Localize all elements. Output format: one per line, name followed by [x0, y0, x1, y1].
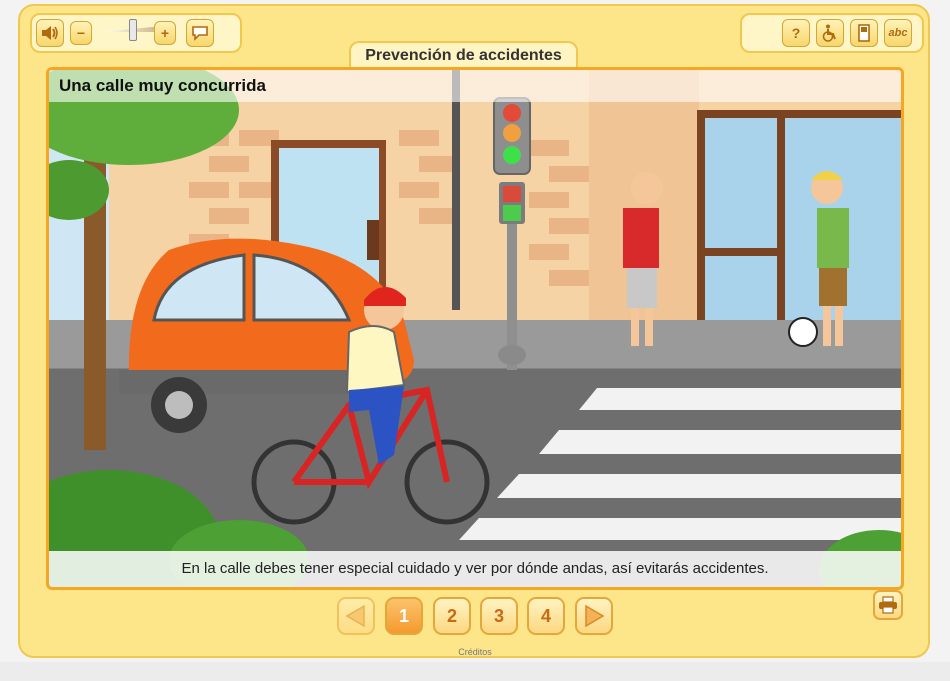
car-bumper: [119, 370, 349, 394]
page-button-3[interactable]: 3: [480, 597, 518, 635]
scene-title: Una calle muy concurrida: [49, 70, 901, 102]
volume-up-button[interactable]: +: [154, 21, 176, 45]
toolbar-right-group: ? abc: [740, 13, 924, 53]
page-button-2[interactable]: 2: [433, 597, 471, 635]
glossary-button[interactable]: abc: [884, 19, 912, 47]
page-button-4[interactable]: 4: [527, 597, 565, 635]
boy-red-leg-right: [645, 308, 653, 346]
green-light: [503, 146, 521, 164]
boy-red-head: [631, 172, 663, 204]
boy-green-leg-right: [835, 306, 843, 346]
credits-link[interactable]: Créditos: [0, 647, 950, 657]
volume-down-button[interactable]: −: [70, 21, 92, 45]
page-icon[interactable]: [850, 19, 878, 47]
volume-slider-thumb[interactable]: [129, 19, 137, 41]
printer-icon[interactable]: [873, 590, 903, 620]
boy-red-shorts: [627, 268, 657, 308]
boy-red-leg-left: [631, 308, 639, 346]
scene-illustration: [49, 70, 901, 587]
shop-window-glass-bottom: [705, 256, 777, 320]
scene-panel: Una calle muy concurrida En la calle deb…: [46, 67, 904, 590]
boy-red-shirt: [623, 208, 659, 268]
street-pole: [452, 70, 460, 310]
pole-base: [498, 345, 526, 365]
shop-window-glass-left: [705, 118, 777, 248]
speaker-icon[interactable]: [36, 19, 64, 47]
bottom-strip: [0, 662, 950, 681]
next-arrow-icon[interactable]: [575, 597, 613, 635]
amber-light: [503, 124, 521, 142]
cyclist-shirt: [345, 325, 406, 394]
soccer-ball-icon: [788, 317, 818, 347]
wheelchair-icon[interactable]: [816, 19, 844, 47]
prev-arrow-icon[interactable]: [337, 597, 375, 635]
toolbar-left-group: − +: [30, 13, 242, 53]
door-handle: [367, 220, 379, 260]
scene-caption: En la calle debes tener especial cuidado…: [49, 551, 901, 587]
help-button[interactable]: ?: [782, 19, 810, 47]
speech-bubble-icon[interactable]: [186, 19, 214, 47]
boy-green-shirt: [817, 208, 849, 268]
red-light: [503, 104, 521, 122]
pedestrian-green: [503, 205, 521, 221]
page-button-1[interactable]: 1: [385, 597, 423, 635]
boy-green-shorts: [819, 268, 847, 306]
pedestrian-red: [503, 186, 521, 202]
boy-green-leg-left: [823, 306, 831, 346]
volume-slider[interactable]: [102, 19, 162, 41]
car-hubcap: [165, 391, 193, 419]
